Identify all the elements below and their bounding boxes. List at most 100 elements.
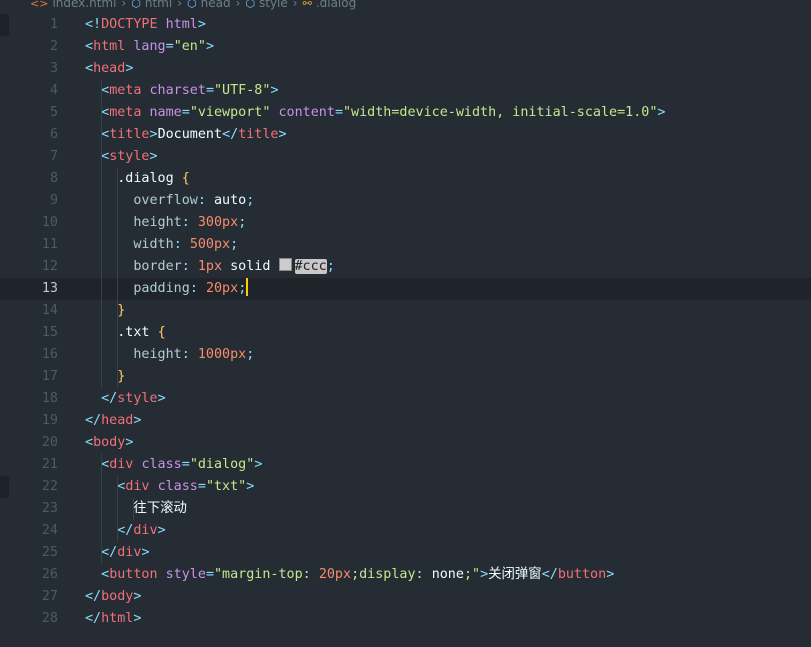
text-cursor [246, 278, 249, 296]
breadcrumb-item[interactable]: ⬡ html [131, 0, 172, 10]
token: title [109, 127, 150, 142]
code-line[interactable]: 14 } [0, 300, 811, 322]
token: > [157, 391, 166, 406]
token: body [93, 435, 126, 450]
breadcrumb-item[interactable]: ⬡ head [187, 0, 231, 10]
code-line[interactable]: 10 height: 300px; [0, 212, 811, 234]
code-line[interactable]: 18 </style> [0, 388, 811, 410]
line-number: 28 [41, 611, 58, 626]
code-line[interactable]: 17 } [0, 366, 811, 388]
line-number: 20 [41, 435, 58, 450]
token: </ [85, 413, 102, 428]
token: < [85, 61, 94, 76]
token: 20px [318, 567, 352, 582]
token: 1px [197, 259, 223, 274]
line-number: 13 [41, 281, 58, 296]
token: "en" [173, 39, 206, 54]
token: > [133, 611, 142, 626]
chevron-right-icon: › [292, 0, 298, 10]
code-editor[interactable]: 1 <!DOCTYPE html> 2 <html lang="en"> 3 <head>… [0, 14, 811, 630]
code-line[interactable]: 27 </body> [0, 586, 811, 608]
code-line[interactable]: 1 <!DOCTYPE html> [0, 14, 811, 36]
breadcrumb-item[interactable]: ⚯ .dialog [303, 0, 357, 10]
line-code: height: 300px; [85, 212, 246, 234]
token: = [205, 83, 214, 98]
token: </ [85, 611, 102, 626]
code-line[interactable]: 6 <title>Document</title> [0, 124, 811, 146]
code-line[interactable]: 24 </div> [0, 520, 811, 542]
token: div [133, 523, 158, 538]
token: div [109, 457, 134, 472]
token: > [606, 567, 615, 582]
line-number: 5 [49, 105, 58, 120]
token: : [181, 259, 190, 274]
code-line[interactable]: 20 <body> [0, 432, 811, 454]
code-line[interactable]: 25 </div> [0, 542, 811, 564]
token: solid [230, 259, 271, 274]
code-line[interactable]: 8 .dialog { [0, 168, 811, 190]
breadcrumb-item[interactable]: ⬡ style [245, 0, 287, 10]
code-line[interactable]: 3 <head> [0, 58, 811, 80]
code-line[interactable]: 23 往下滚动 [0, 498, 811, 520]
css-selector-icon: ⚯ [302, 0, 312, 10]
token: > [270, 83, 279, 98]
color-swatch[interactable] [278, 258, 292, 271]
token: ;display: [351, 567, 432, 582]
breadcrumb: <> index.html › ⬡ html › ⬡ head › ⬡ style › ⚯ .dialog [30, 0, 356, 11]
line-number: 1 [49, 17, 58, 32]
code-line[interactable]: 15 .txt { [0, 322, 811, 344]
token: = [165, 39, 174, 54]
line-number: 21 [41, 457, 58, 472]
line-code: <meta name="viewport" content="width=dev… [85, 102, 665, 124]
line-number: 17 [41, 369, 58, 384]
line-code: overflow: auto; [85, 190, 254, 212]
line-number: 24 [41, 523, 58, 538]
code-line[interactable]: 9 overflow: auto; [0, 190, 811, 212]
token: charset [149, 83, 206, 98]
token: = [181, 457, 190, 472]
token: > [480, 567, 489, 582]
code-line[interactable]: 5 <meta name="viewport" content="width=d… [0, 102, 811, 124]
token: overflow [133, 193, 198, 208]
token: .txt [117, 325, 150, 340]
code-line[interactable]: 7 <style> [0, 146, 811, 168]
code-line[interactable]: 12 border: 1px solid #ccc; [0, 256, 811, 278]
code-line[interactable]: 13 padding: 20px; [0, 278, 811, 300]
code-line[interactable]: 22 <div class="txt"> [0, 476, 811, 498]
token: button [557, 567, 607, 582]
token: 1000px [197, 347, 247, 362]
token: "viewport" [189, 105, 271, 120]
line-number: 12 [41, 259, 58, 274]
token: none [431, 567, 464, 582]
cube-icon: ⬡ [187, 0, 197, 10]
line-number: 10 [41, 215, 58, 230]
token: ; [238, 215, 247, 230]
line-number: 3 [49, 61, 58, 76]
code-line[interactable]: 26 <button style="margin-top: 20px;displ… [0, 564, 811, 586]
code-line[interactable]: 11 width: 500px; [0, 234, 811, 256]
token: 20px [205, 281, 239, 296]
code-line[interactable]: 4 <meta charset="UTF-8"> [0, 80, 811, 102]
line-number: 8 [49, 171, 58, 186]
code-line[interactable]: 21 <div class="dialog"> [0, 454, 811, 476]
code-line[interactable]: 19 </head> [0, 410, 811, 432]
code-line[interactable]: 28 </html> [0, 608, 811, 630]
token: > [246, 479, 255, 494]
breadcrumb-label: head [200, 0, 231, 10]
code-line[interactable]: 2 <html lang="en"> [0, 36, 811, 58]
token: : [197, 193, 206, 208]
token: : [181, 215, 190, 230]
code-line[interactable]: 16 height: 1000px; [0, 344, 811, 366]
indent-guide [117, 168, 118, 388]
token: "margin-top: [214, 567, 319, 582]
breadcrumb-item[interactable]: <> index.html [30, 0, 116, 10]
token: > [133, 589, 142, 604]
